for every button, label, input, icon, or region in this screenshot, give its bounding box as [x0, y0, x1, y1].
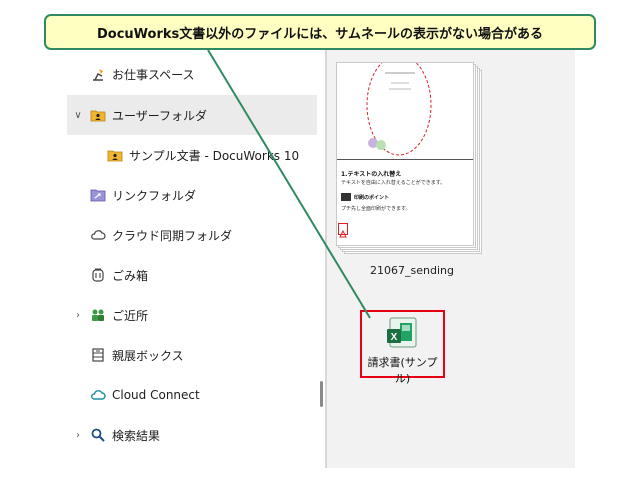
user-folder-icon — [89, 106, 107, 124]
sidebar-item-work-space[interactable]: お仕事スペース — [67, 54, 317, 94]
sidebar-item-label: クラウド同期フォルダ — [112, 228, 233, 243]
sidebar-item-label: ごみ箱 — [112, 268, 149, 283]
sidebar-item-neighborhood[interactable]: › ご近所 — [67, 295, 317, 335]
sidebar-item-label: ご近所 — [112, 308, 149, 323]
collapse-chevron-icon: ∨ — [74, 109, 82, 121]
thumbnail-subbody: プチ先し全面印刷ができます。 — [341, 206, 411, 212]
sidebar-item-confidential-box[interactable]: 親展ボックス — [67, 335, 317, 375]
sidebar-item-label: リンクフォルダ — [112, 188, 197, 203]
file-view: 1.テキストの入れ替え テキストを自由に入れ替えることができます。 印刷のポイン… — [327, 48, 575, 468]
user-folder-icon — [106, 146, 124, 164]
sidebar-item-user-folder[interactable]: ∨ ユーザーフォルダ — [67, 95, 317, 135]
sidebar-item-label: ユーザーフォルダ — [112, 108, 208, 123]
excel-file-icon: X — [386, 317, 418, 349]
trash-icon — [89, 266, 107, 284]
docuworks-desk-window: お仕事スペース ∨ ユーザーフォルダ サンプル文書 - DocuWorks 10… — [67, 48, 575, 468]
excel-file-item[interactable]: X 請求書(サンプル) — [360, 310, 445, 385]
thumbnail-subheading: 印刷のポイント — [354, 195, 390, 201]
sidebar-item-search-results[interactable]: › 検索結果 — [67, 415, 317, 455]
thumbnail-drawing — [366, 54, 432, 156]
mailbox-icon — [89, 346, 107, 364]
sidebar-item-link-folder[interactable]: リンクフォルダ — [67, 175, 317, 215]
excel-letter: X — [391, 332, 398, 343]
cloud-connect-icon — [89, 386, 107, 404]
printer-icon — [341, 193, 351, 201]
thumbnail-separator — [337, 159, 473, 160]
docuworks-badge-icon — [338, 223, 348, 238]
expand-chevron-icon: › — [76, 309, 80, 321]
sidebar-item-trash[interactable]: ごみ箱 — [67, 255, 317, 295]
file-name[interactable]: 21067_sending — [337, 264, 487, 277]
sidebar-item-sample-docs[interactable]: サンプル文書 - DocuWorks 10 — [67, 135, 317, 175]
sidebar-item-label: 親展ボックス — [112, 348, 184, 363]
sidebar-item-label: 検索結果 — [112, 428, 161, 443]
sidebar-scrollbar[interactable] — [320, 381, 323, 407]
desk-lamp-icon — [89, 65, 107, 83]
cloud-icon — [89, 226, 107, 244]
thumbnail-body: テキストを自由に入れ替えることができます。 — [341, 180, 446, 186]
navigation-sidebar: お仕事スペース ∨ ユーザーフォルダ サンプル文書 - DocuWorks 10… — [67, 48, 325, 468]
thumbnail-heading: 1.テキストの入れ替え — [341, 171, 402, 178]
sidebar-item-cloud-sync-folder[interactable]: クラウド同期フォルダ — [67, 215, 317, 255]
sidebar-item-label: Cloud Connect — [112, 388, 200, 402]
callout-text: DocuWorks文書以外のファイルには、サムネールの表示がない場合がある — [96, 26, 544, 42]
sidebar-item-cloud-connect[interactable]: Cloud Connect — [67, 375, 317, 415]
callout-note: DocuWorks文書以外のファイルには、サムネールの表示がない場合がある — [44, 14, 596, 50]
file-name: 請求書(サンプル) — [367, 356, 438, 385]
link-folder-icon — [89, 186, 107, 204]
search-icon — [89, 426, 107, 444]
expand-chevron-icon: › — [76, 429, 80, 441]
thumbnail-page: 1.テキストの入れ替え テキストを自由に入れ替えることができます。 印刷のポイン… — [336, 54, 474, 246]
docuworks-file-thumbnail[interactable]: 1.テキストの入れ替え テキストを自由に入れ替えることができます。 印刷のポイン… — [336, 54, 484, 256]
sidebar-item-label: お仕事スペース — [112, 67, 195, 82]
people-icon — [89, 306, 107, 324]
sidebar-item-label: サンプル文書 - DocuWorks 10 — [129, 148, 300, 163]
